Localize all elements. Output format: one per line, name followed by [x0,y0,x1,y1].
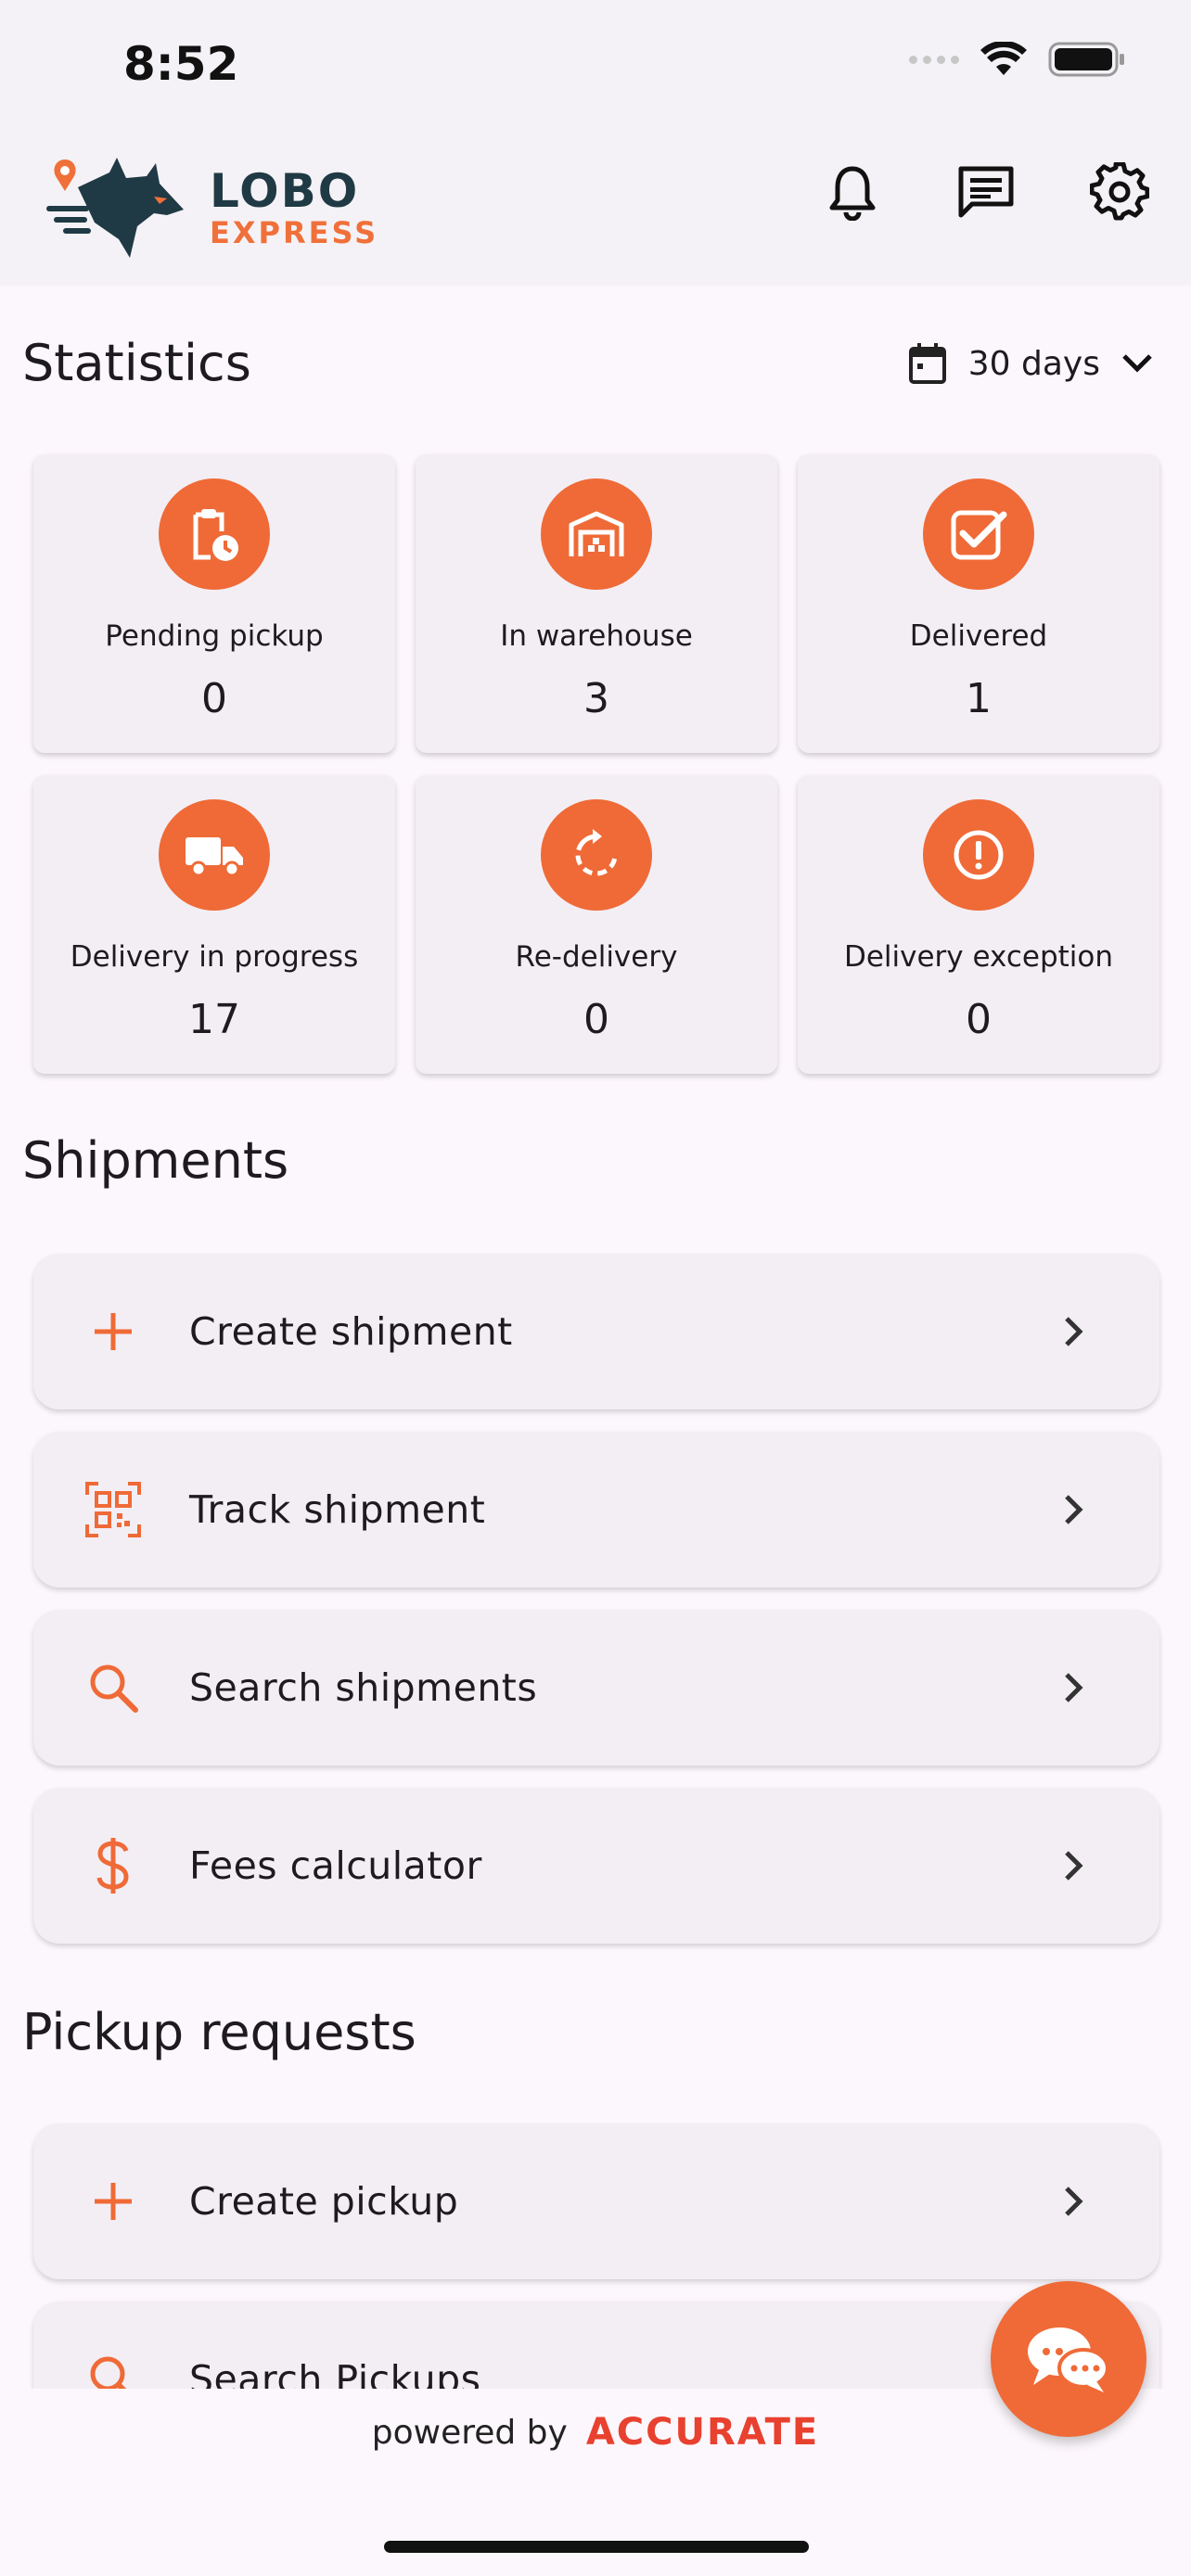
plus-icon [76,2179,150,2224]
search-shipments-button[interactable]: Search shipments [33,1610,1159,1766]
create-shipment-button[interactable]: Create shipment [33,1254,1159,1409]
stat-label: Delivered [909,619,1048,653]
stat-value: 0 [201,675,227,722]
wolf-logo-icon [46,158,184,258]
app-header: 8:52 LOBO EXPRESS [0,0,1191,286]
stat-card-delivery-in-progress[interactable]: Delivery in progress 17 [33,775,395,1074]
support-chat-button[interactable] [991,2281,1146,2437]
date-range-dropdown[interactable]: 30 days [907,341,1154,386]
stat-card-pending-pickup[interactable]: Pending pickup 0 [33,454,395,753]
stat-value: 0 [583,996,609,1043]
clipboard-clock-icon [159,478,270,590]
bell-icon [829,166,876,221]
stat-label: Delivery exception [843,940,1114,974]
stat-card-re-delivery[interactable]: Re-delivery 0 [416,775,777,1074]
notifications-button[interactable] [818,158,887,226]
powered-by: powered by ACCURATE [0,2411,1191,2454]
redo-icon [541,799,652,911]
wifi-icon [980,42,1027,75]
brand-name: LOBO [210,164,360,218]
statistics-title: Statistics [22,334,251,392]
accurate-logo: ACCURATE [585,2411,820,2454]
search-icon [76,1662,150,1714]
action-label: Fees calculator [189,1843,482,1888]
statistics-grid: Pending pickup 0 In warehouse 3 Delivere… [33,454,1159,1074]
action-label: Create pickup [189,2179,459,2224]
stat-value: 3 [583,675,609,722]
plus-icon [76,1309,150,1354]
track-shipment-button[interactable]: Track shipment [33,1432,1159,1588]
calendar-icon [908,343,946,384]
chevron-right-icon [1065,1851,1083,1881]
chevron-down-icon [1122,354,1152,373]
chat-icon [958,166,1014,218]
home-indicator [384,2541,809,2553]
status-time: 8:52 [123,37,239,91]
stat-label: Re-delivery [515,940,678,974]
pickup-requests-title: Pickup requests [22,2003,416,2061]
fees-calculator-button[interactable]: Fees calculator [33,1788,1159,1944]
qr-code-icon [76,1482,150,1537]
chevron-right-icon [1065,1317,1083,1346]
stat-card-delivery-exception[interactable]: Delivery exception 0 [798,775,1159,1074]
date-range-value: 30 days [967,344,1100,383]
header-actions [818,158,1154,226]
shipments-title: Shipments [22,1131,289,1190]
stat-card-delivered[interactable]: Delivered 1 [798,454,1159,753]
check-box-icon [923,478,1034,590]
brand-logo: LOBO EXPRESS [45,150,378,265]
create-pickup-button[interactable]: Create pickup [33,2123,1159,2279]
battery-icon [1048,42,1124,77]
messages-button[interactable] [952,158,1020,226]
alert-circle-icon [923,799,1034,911]
app-screen: 8:52 LOBO EXPRESS Statistics 30 days Pen… [0,0,1191,2576]
gear-icon [1090,162,1149,221]
powered-by-text: powered by [371,2413,568,2452]
stat-card-in-warehouse[interactable]: In warehouse 3 [416,454,777,753]
action-label: Create shipment [189,1309,513,1354]
status-icons [909,41,1126,78]
stat-label: In warehouse [500,619,693,653]
chat-bubbles-icon [1028,2327,1109,2392]
stat-value: 1 [966,675,992,722]
truck-icon [159,799,270,911]
stat-value: 0 [966,996,992,1043]
chevron-right-icon [1065,1673,1083,1702]
dollar-icon [76,1836,150,1895]
chevron-right-icon [1065,1495,1083,1524]
brand-tagline: EXPRESS [210,215,379,250]
action-label: Search shipments [189,1665,538,1710]
stat-value: 17 [188,996,240,1043]
chevron-right-icon [1065,2187,1083,2216]
warehouse-icon [541,478,652,590]
stat-label: Delivery in progress [70,940,359,974]
stat-label: Pending pickup [105,619,324,653]
cellular-signal-icon [909,55,959,64]
settings-button[interactable] [1085,158,1154,226]
action-label: Track shipment [189,1487,486,1532]
